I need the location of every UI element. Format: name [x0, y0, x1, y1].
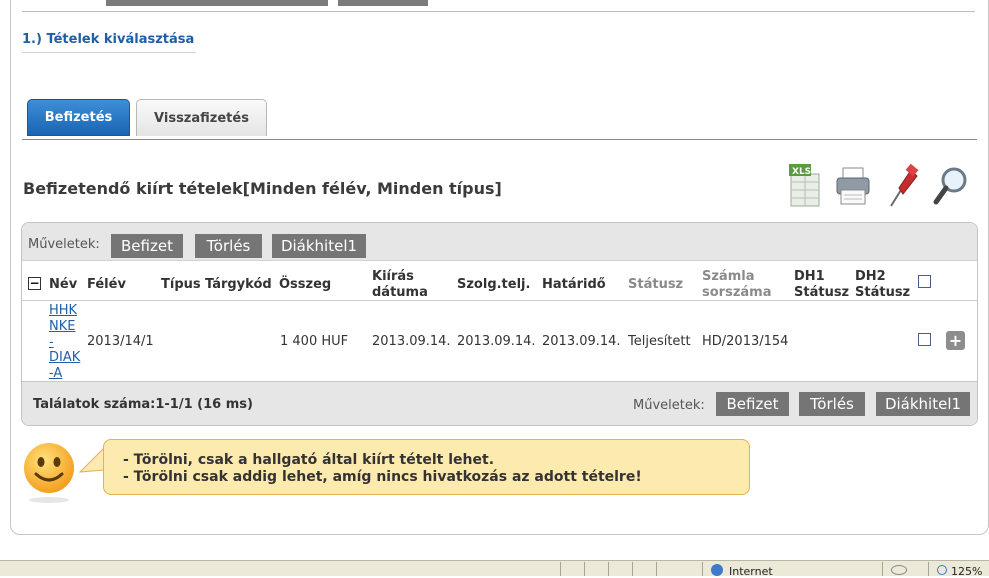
results-count: Találatok száma:1-1/1 (16 ms): [33, 397, 253, 412]
operations-label: Műveletek:: [28, 237, 100, 252]
status-divider: [656, 562, 657, 576]
cell-statusz: Teljesített: [628, 334, 691, 349]
cell-hatarido: 2013.09.14.: [542, 334, 621, 349]
name-line: DIAK: [49, 350, 81, 366]
tab-befizetes[interactable]: Befizetés: [27, 99, 130, 136]
cell-szamla: HD/2013/154: [702, 334, 789, 349]
step-title: 1.) Tételek kiválasztása: [22, 32, 195, 47]
bubble-pointer: [78, 446, 105, 482]
printer-icon[interactable]: [833, 160, 873, 212]
status-divider: [560, 562, 561, 576]
cell-kiiras: 2013.09.14.: [372, 334, 451, 349]
notice-line: - Törölni, csak a hallgató által kiírt t…: [123, 452, 495, 468]
tabs-divider: [22, 139, 977, 140]
select-all-checkbox[interactable]: [918, 275, 931, 288]
section-title: Befizetendő kiírt tételek[Minden félév, …: [23, 179, 502, 198]
col-header-dh1[interactable]: DH1 Státusz: [794, 269, 849, 301]
zoom-icon[interactable]: [937, 565, 947, 575]
pay-button-top[interactable]: Befizet: [111, 234, 183, 258]
col-header-line: sorszáma: [702, 285, 772, 300]
notice-bubble: - Törölni, csak a hallgató által kiírt t…: [103, 439, 750, 495]
col-header-statusz[interactable]: Státusz: [628, 277, 683, 293]
cell-szolg: 2013.09.14.: [457, 334, 536, 349]
col-header-line: Számla: [702, 269, 755, 284]
delete-button-top[interactable]: Törlés: [195, 234, 262, 258]
status-divider: [584, 562, 585, 576]
security-icon[interactable]: [891, 565, 907, 575]
col-header-line: DH2: [855, 269, 886, 284]
loan-button-bottom[interactable]: Diákhitel1: [876, 392, 970, 416]
status-divider: [928, 562, 929, 576]
col-header-line: Kiírás: [372, 269, 414, 284]
internet-zone-label: Internet: [729, 565, 773, 578]
cell-osszeg: 1 400 HUF: [280, 334, 349, 349]
col-header-line: Státusz: [855, 285, 911, 300]
zoom-level[interactable]: 125%: [951, 565, 982, 578]
col-header-felev[interactable]: Félév: [87, 277, 126, 293]
tab-visszafizetes[interactable]: Visszafizetés: [136, 99, 267, 136]
top-divider: [22, 11, 975, 12]
notice-line: - Törölni csak addig lehet, amíg nincs h…: [123, 469, 642, 485]
items-grid: Műveletek: Befizet Törlés Diákhitel1 − N…: [21, 222, 978, 426]
pay-button-bottom[interactable]: Befizet: [716, 392, 789, 416]
smiley-icon: [22, 440, 76, 504]
col-header-line: DH1: [794, 269, 825, 284]
col-header-szamla[interactable]: Számla sorszáma: [702, 269, 771, 301]
row-name-link[interactable]: HHK NKE - DIAK -A: [49, 303, 80, 382]
delete-button-bottom[interactable]: Törlés: [799, 392, 865, 416]
status-divider: [702, 562, 703, 576]
status-divider: [882, 562, 883, 576]
magnifier-icon[interactable]: [930, 160, 970, 212]
col-header-tipus[interactable]: Típus: [161, 277, 201, 293]
expand-row-plus-icon[interactable]: +: [946, 331, 965, 350]
cell-felev: 2013/14/1: [87, 334, 154, 349]
col-header-line: Státusz: [794, 285, 850, 300]
grid-toolbar-bottom: Találatok száma:1-1/1 (16 ms) Műveletek:…: [22, 381, 977, 425]
operations-label-bottom: Műveletek:: [633, 398, 705, 413]
col-header-kiiras[interactable]: Kiírás dátuma: [372, 269, 428, 301]
name-line: -A: [49, 366, 63, 382]
row-select-checkbox[interactable]: [918, 333, 931, 346]
top-cropped-button-2[interactable]: [338, 0, 428, 6]
collapse-toggle-icon[interactable]: −: [28, 277, 41, 290]
col-header-line: dátuma: [372, 285, 428, 300]
excel-export-icon[interactable]: XLS: [785, 160, 825, 212]
step-underline: [22, 52, 196, 53]
grid-header-row: − Név Félév Típus Tárgykód Összeg Kiírás…: [22, 268, 977, 300]
svg-text:XLS: XLS: [792, 167, 811, 177]
col-header-szolg[interactable]: Szolg.telj.: [457, 277, 530, 293]
tab-label: Befizetés: [44, 110, 113, 125]
globe-icon: [711, 564, 723, 576]
status-divider: [608, 562, 609, 576]
col-header-nev[interactable]: Név: [49, 277, 77, 293]
pin-icon[interactable]: [881, 160, 921, 212]
grid-toolbar-top: Műveletek: Befizet Törlés Diákhitel1: [22, 223, 977, 261]
status-divider: [632, 562, 633, 576]
name-line: HHK: [49, 303, 78, 318]
top-cropped-button-1[interactable]: [106, 0, 328, 6]
browser-status-bar: Internet 125%: [0, 560, 989, 578]
notice-text: - Törölni, csak a hallgató által kiírt t…: [123, 452, 642, 486]
col-header-hatarido[interactable]: Határidő: [542, 277, 606, 293]
name-line: NKE: [49, 318, 76, 334]
col-header-osszeg[interactable]: Összeg: [279, 277, 331, 293]
tab-label: Visszafizetés: [154, 110, 249, 126]
loan-button-top[interactable]: Diákhitel1: [272, 234, 366, 258]
name-line: -: [49, 334, 54, 350]
col-header-dh2[interactable]: DH2 Státusz: [855, 269, 910, 301]
col-header-targykod[interactable]: Tárgykód: [205, 277, 272, 293]
table-row: HHK NKE - DIAK -A 2013/14/1 1 400 HUF 20…: [22, 301, 977, 381]
